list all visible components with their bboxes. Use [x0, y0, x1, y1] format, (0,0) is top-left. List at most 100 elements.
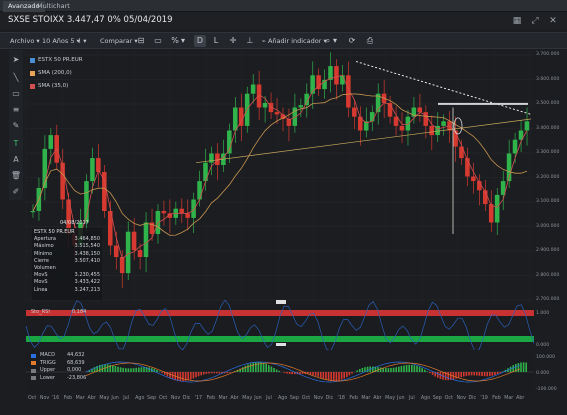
- close-icon[interactable]: ✕: [548, 16, 558, 26]
- data-panel-value: 3.515,540: [74, 243, 100, 250]
- macd-histogram-bar: [216, 372, 218, 374]
- macd-histogram-bar: [465, 372, 468, 376]
- data-panel-row: Máximo 3.515,540: [34, 243, 100, 250]
- x-tick: Abr: [87, 396, 96, 401]
- x-tick: May: [99, 396, 110, 401]
- x-tick: Mar: [75, 396, 85, 401]
- channel-icon[interactable]: ≡: [10, 104, 22, 116]
- text-icon[interactable]: A: [10, 154, 22, 166]
- macd-histogram-bar: [387, 368, 390, 372]
- macd-histogram-bar: [119, 367, 122, 372]
- comparar-menu[interactable]: Comparar ▾: [100, 35, 138, 47]
- y-tick: 2.800.000: [536, 272, 560, 278]
- crop-icon[interactable]: ▭: [152, 35, 164, 47]
- pen-icon[interactable]: ✐: [10, 186, 22, 198]
- y-tick: 3.600.000: [536, 76, 560, 82]
- rectangle-icon[interactable]: ▭: [10, 88, 22, 100]
- candle-body: [30, 211, 36, 213]
- data-panel-key: Máximo: [34, 243, 54, 250]
- macd-histogram-bar: [156, 370, 158, 372]
- macd-histogram-bar: [346, 372, 348, 377]
- refresh-icon[interactable]: ⟳: [346, 35, 358, 47]
- x-tick: Sep: [147, 396, 157, 401]
- chart-toolbar: Archivo ▾ 10 Años 5 ▾ ⌇ ▾ Comparar ▾ ⊟ ▭…: [0, 32, 567, 49]
- x-tick: Mar: [218, 396, 228, 401]
- rsi-oversold-band: [26, 336, 534, 342]
- archivo-menu[interactable]: Archivo ▾: [10, 35, 40, 47]
- d-button[interactable]: D: [194, 35, 206, 47]
- candle-body: [137, 250, 143, 257]
- macd-histogram-bar: [366, 366, 369, 372]
- chart-area[interactable]: [25, 50, 535, 394]
- x-tick: Nov: [313, 396, 324, 401]
- candle-body: [369, 112, 375, 122]
- expand-icon[interactable]: ⤢: [530, 16, 540, 26]
- macd-histogram-bar: [288, 372, 291, 374]
- x-tick: Ago: [420, 396, 431, 401]
- x-tick: Dic: [325, 396, 334, 401]
- anadir-indicador-menu[interactable]: ⌁ Añadir indicador ▾: [262, 35, 327, 47]
- macd-histogram-bar: [416, 365, 418, 372]
- macd-histogram-bar: [359, 369, 361, 372]
- cursor-icon[interactable]: ➤: [10, 54, 22, 66]
- macd-histogram-bar: [135, 367, 137, 372]
- comparar-label: Comparar: [100, 37, 133, 45]
- x-tick: Nov: [456, 396, 466, 401]
- legend-swatch: [30, 58, 35, 63]
- grid-icon[interactable]: ▦: [512, 16, 522, 26]
- text-marker-icon[interactable]: T: [10, 138, 22, 150]
- line-tool-icon[interactable]: ⊥: [244, 35, 256, 47]
- macd-histogram-bar: [340, 372, 343, 380]
- y-tick: 3.700.000: [536, 52, 560, 57]
- macd-histogram-bar: [379, 367, 382, 372]
- macd-histogram-bar: [200, 372, 202, 376]
- candle-body: [209, 153, 214, 163]
- x-tick: Nov: [170, 396, 181, 401]
- macd-histogram-bar: [390, 368, 392, 372]
- tab-multichart[interactable]: Multichart: [32, 1, 75, 12]
- print-icon[interactable]: ⎙: [364, 35, 376, 47]
- magnifier-dropdown-icon[interactable]: ▾: [332, 35, 338, 47]
- macd-histogram-bar: [351, 372, 353, 374]
- data-panel-value: 3.507,410: [74, 257, 100, 264]
- chart-type-button[interactable]: ⌇ ▾: [78, 35, 87, 47]
- macd-histogram-bar: [512, 365, 514, 372]
- macd-legend-row: MACD 44,632: [31, 352, 85, 360]
- x-tick: May: [385, 396, 396, 401]
- y-tick: 3.300.000: [536, 150, 560, 155]
- candle-body: [399, 125, 405, 131]
- x-tick: Ago: [135, 396, 145, 401]
- zoom-reset-icon[interactable]: ⊟: [135, 35, 147, 47]
- macd-value: 44,632: [67, 352, 85, 358]
- macd-histogram-bar: [424, 369, 426, 372]
- l-button[interactable]: L: [210, 35, 222, 47]
- chart-legend: ESTX 50 PR.EUR SMA (200,0) SMA (35,0): [30, 54, 83, 93]
- macd-key: TRIGG: [40, 359, 56, 366]
- period-select[interactable]: 10 Años 5 ▾: [42, 35, 80, 47]
- macd-histogram-bar: [210, 372, 213, 374]
- percent-dropdown-icon[interactable]: ▾: [180, 35, 186, 47]
- macd-histogram-bar: [499, 372, 501, 373]
- macd-histogram-bar: [457, 372, 460, 378]
- x-tick: '16: [51, 396, 60, 401]
- x-tick: Mar: [504, 396, 514, 401]
- macd-histogram-bar: [197, 372, 200, 377]
- data-panel-value: 3.464,850: [74, 236, 100, 243]
- macd-value: -23,806: [67, 374, 87, 381]
- macd-histogram-bar: [408, 364, 410, 372]
- candle-body: [60, 162, 65, 200]
- trend-line-icon[interactable]: ╲: [10, 72, 22, 84]
- brush-icon[interactable]: ✎: [10, 120, 22, 132]
- macd-histogram-bar: [400, 366, 403, 372]
- macd-histogram-bar: [112, 365, 114, 372]
- data-panel-key: Línea: [34, 286, 48, 293]
- macd-histogram-bar: [496, 372, 499, 375]
- anadir-label: Añadir indicador: [267, 37, 322, 45]
- data-panel-value: 3.230,455: [74, 272, 100, 279]
- macd-value: 68,639: [67, 359, 85, 366]
- legend-label: SMA (200,0): [38, 70, 72, 76]
- trash-icon[interactable]: 🗑: [10, 170, 22, 182]
- candle-body: [90, 158, 95, 182]
- crosshair-icon[interactable]: ✛: [227, 35, 239, 47]
- macd-histogram-bar: [418, 366, 421, 372]
